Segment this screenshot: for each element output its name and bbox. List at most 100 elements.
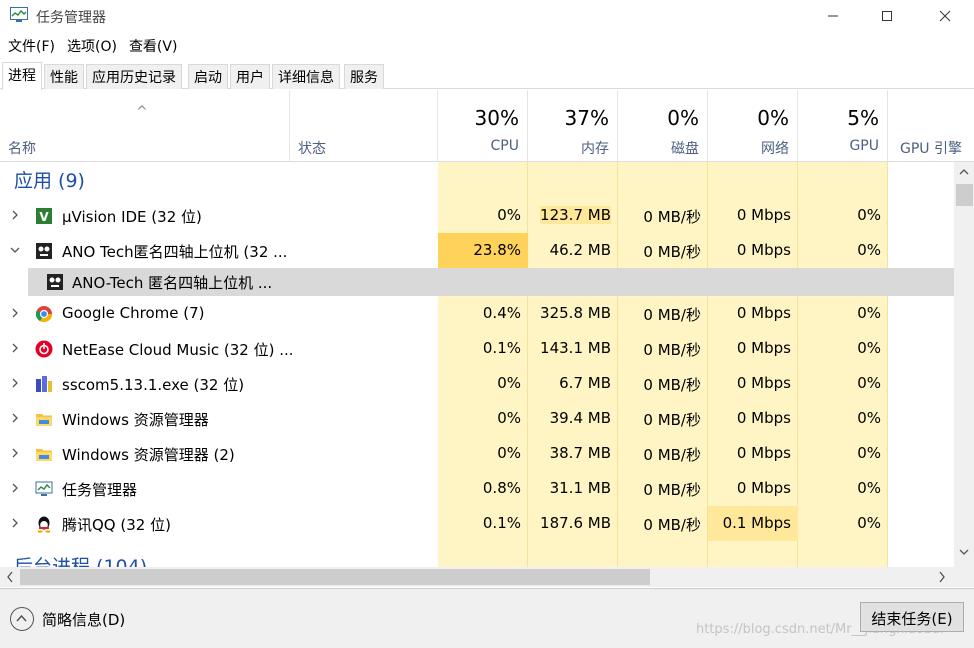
- memory-label: 内存: [581, 141, 609, 157]
- cpu-total: 30%: [474, 106, 519, 130]
- chevron-right-icon[interactable]: [9, 412, 21, 424]
- tab-app-history[interactable]: 应用历史记录: [86, 64, 182, 89]
- process-row[interactable]: Google Chrome (7) 0.4% 325.8 MB 0 MB/秒 0…: [0, 296, 954, 331]
- process-row[interactable]: NetEase Cloud Music (32 位) ... 0.1% 143.…: [0, 331, 954, 366]
- process-name: sscom5.13.1.exe (32 位): [62, 376, 245, 394]
- end-task-button[interactable]: 结束任务(E): [860, 602, 964, 632]
- minimize-icon: [828, 15, 838, 17]
- cpu-cell: 23.8%: [473, 241, 521, 259]
- tab-details[interactable]: 详细信息: [272, 64, 340, 89]
- cpu-cell: 0%: [497, 206, 521, 224]
- column-memory[interactable]: 37% 内存: [528, 90, 618, 162]
- process-row[interactable]: V µVision IDE (32 位) 0% 123.7 MB 0 MB/秒 …: [0, 198, 954, 233]
- scrollbar-corner: [954, 567, 974, 587]
- process-name: ANO-Tech 匿名四轴上位机 ...: [72, 274, 273, 292]
- chevron-down-icon[interactable]: [9, 244, 21, 256]
- network-cell: 0.1 Mbps: [722, 514, 791, 532]
- network-cell: 0 Mbps: [736, 304, 791, 322]
- cpu-cell: 0%: [497, 444, 521, 462]
- process-name: Windows 资源管理器 (2): [62, 446, 235, 464]
- folder-icon: [36, 449, 52, 461]
- scroll-right-icon[interactable]: [938, 571, 946, 583]
- network-cell: 0 Mbps: [736, 444, 791, 462]
- menu-options[interactable]: 选项(O): [65, 34, 123, 58]
- close-button[interactable]: [922, 0, 968, 32]
- fewer-details-link[interactable]: 简略信息(D): [42, 609, 125, 630]
- chevron-right-icon[interactable]: [9, 307, 21, 319]
- tab-services[interactable]: 服务: [344, 64, 384, 89]
- group-apps-label: 应用 (9): [14, 170, 85, 192]
- tab-processes[interactable]: 进程: [2, 62, 42, 90]
- scroll-down-icon[interactable]: [959, 548, 969, 556]
- group-header-background[interactable]: 后台进程 (104): [0, 548, 954, 567]
- scroll-up-icon[interactable]: [959, 168, 969, 176]
- column-disk[interactable]: 0% 磁盘: [618, 90, 708, 162]
- process-row[interactable]: ANO Tech匿名四轴上位机 (32 ... 23.8% 46.2 MB 0 …: [0, 233, 954, 268]
- disk-cell: 0 MB/秒: [643, 376, 701, 394]
- window-title: 任务管理器: [36, 10, 106, 26]
- chevron-right-icon[interactable]: [9, 342, 21, 354]
- horizontal-scrollbar[interactable]: [0, 567, 954, 587]
- network-cell: 0 Mbps: [736, 374, 791, 392]
- horizontal-scroll-thumb[interactable]: [20, 569, 650, 585]
- gpu-cell: 0%: [857, 206, 881, 224]
- chevron-right-icon[interactable]: [9, 482, 21, 494]
- chevron-right-icon[interactable]: [9, 517, 21, 529]
- memory-cell: 6.7 MB: [559, 374, 611, 392]
- maximize-icon: [882, 11, 892, 21]
- vertical-scrollbar[interactable]: [954, 162, 974, 567]
- process-name: NetEase Cloud Music (32 位) ...: [62, 341, 294, 359]
- disk-cell: 0 MB/秒: [643, 306, 701, 324]
- chevron-right-icon[interactable]: [9, 447, 21, 459]
- chevron-right-icon[interactable]: [9, 209, 21, 221]
- scroll-left-icon[interactable]: [6, 571, 14, 583]
- column-status[interactable]: 状态: [290, 90, 438, 162]
- process-row[interactable]: sscom5.13.1.exe (32 位) 0% 6.7 MB 0 MB/秒 …: [0, 366, 954, 401]
- task-manager-icon: [35, 481, 53, 496]
- process-name: µVision IDE (32 位): [62, 208, 202, 226]
- tab-users[interactable]: 用户: [230, 64, 270, 89]
- ano-icon: [36, 243, 52, 259]
- menu-bar: 文件(F) 选项(O) 查看(V): [0, 34, 974, 58]
- memory-cell: 39.4 MB: [549, 409, 611, 427]
- gpu-cell: 0%: [857, 444, 881, 462]
- column-name[interactable]: ^ 名称: [0, 90, 290, 162]
- network-cell: 0 Mbps: [736, 206, 791, 224]
- process-row[interactable]: 腾讯QQ (32 位) 0.1% 187.6 MB 0 MB/秒 0.1 Mbp…: [0, 506, 954, 541]
- sscom-icon: [36, 376, 52, 392]
- process-row[interactable]: 任务管理器 0.8% 31.1 MB 0 MB/秒 0 Mbps 0%: [0, 471, 954, 506]
- process-row-child[interactable]: ANO-Tech 匿名四轴上位机 ...: [28, 268, 954, 296]
- memory-cell: 143.1 MB: [540, 339, 611, 357]
- tab-performance[interactable]: 性能: [44, 64, 84, 89]
- group-background-label: 后台进程 (104): [14, 556, 148, 567]
- svg-text:V: V: [39, 210, 49, 224]
- process-row[interactable]: Windows 资源管理器 0% 39.4 MB 0 MB/秒 0 Mbps 0…: [0, 401, 954, 436]
- cpu-cell: 0.1%: [482, 514, 521, 532]
- disk-cell: 0 MB/秒: [643, 481, 701, 499]
- uvision-icon: V: [36, 208, 52, 224]
- column-network[interactable]: 0% 网络: [708, 90, 798, 162]
- process-list: 应用 (9) V µVision IDE (32 位) 0% 123.7 MB …: [0, 162, 954, 567]
- fewer-details-toggle[interactable]: [10, 607, 34, 631]
- vertical-scroll-thumb[interactable]: [956, 184, 973, 206]
- minimize-button[interactable]: [810, 0, 856, 32]
- disk-cell: 0 MB/秒: [643, 208, 701, 226]
- group-header-apps[interactable]: 应用 (9): [0, 162, 954, 197]
- gpu-cell: 0%: [857, 409, 881, 427]
- maximize-button[interactable]: [864, 0, 910, 32]
- disk-label: 磁盘: [671, 141, 699, 157]
- network-cell: 0 Mbps: [736, 479, 791, 497]
- network-label: 网络: [761, 141, 789, 157]
- tab-startup[interactable]: 启动: [188, 64, 228, 89]
- column-gpu[interactable]: 5% GPU: [798, 90, 888, 162]
- process-name: 任务管理器: [62, 481, 138, 499]
- chevron-right-icon[interactable]: [9, 377, 21, 389]
- menu-file[interactable]: 文件(F): [6, 34, 61, 58]
- column-gpu-engine[interactable]: GPU 引擎: [888, 90, 974, 162]
- process-row[interactable]: Windows 资源管理器 (2) 0% 38.7 MB 0 MB/秒 0 Mb…: [0, 436, 954, 471]
- process-name: Windows 资源管理器: [62, 411, 209, 429]
- gpu-cell: 0%: [857, 241, 881, 259]
- menu-view[interactable]: 查看(V): [127, 34, 184, 58]
- network-total: 0%: [757, 106, 789, 130]
- column-cpu[interactable]: 30% CPU: [438, 90, 528, 162]
